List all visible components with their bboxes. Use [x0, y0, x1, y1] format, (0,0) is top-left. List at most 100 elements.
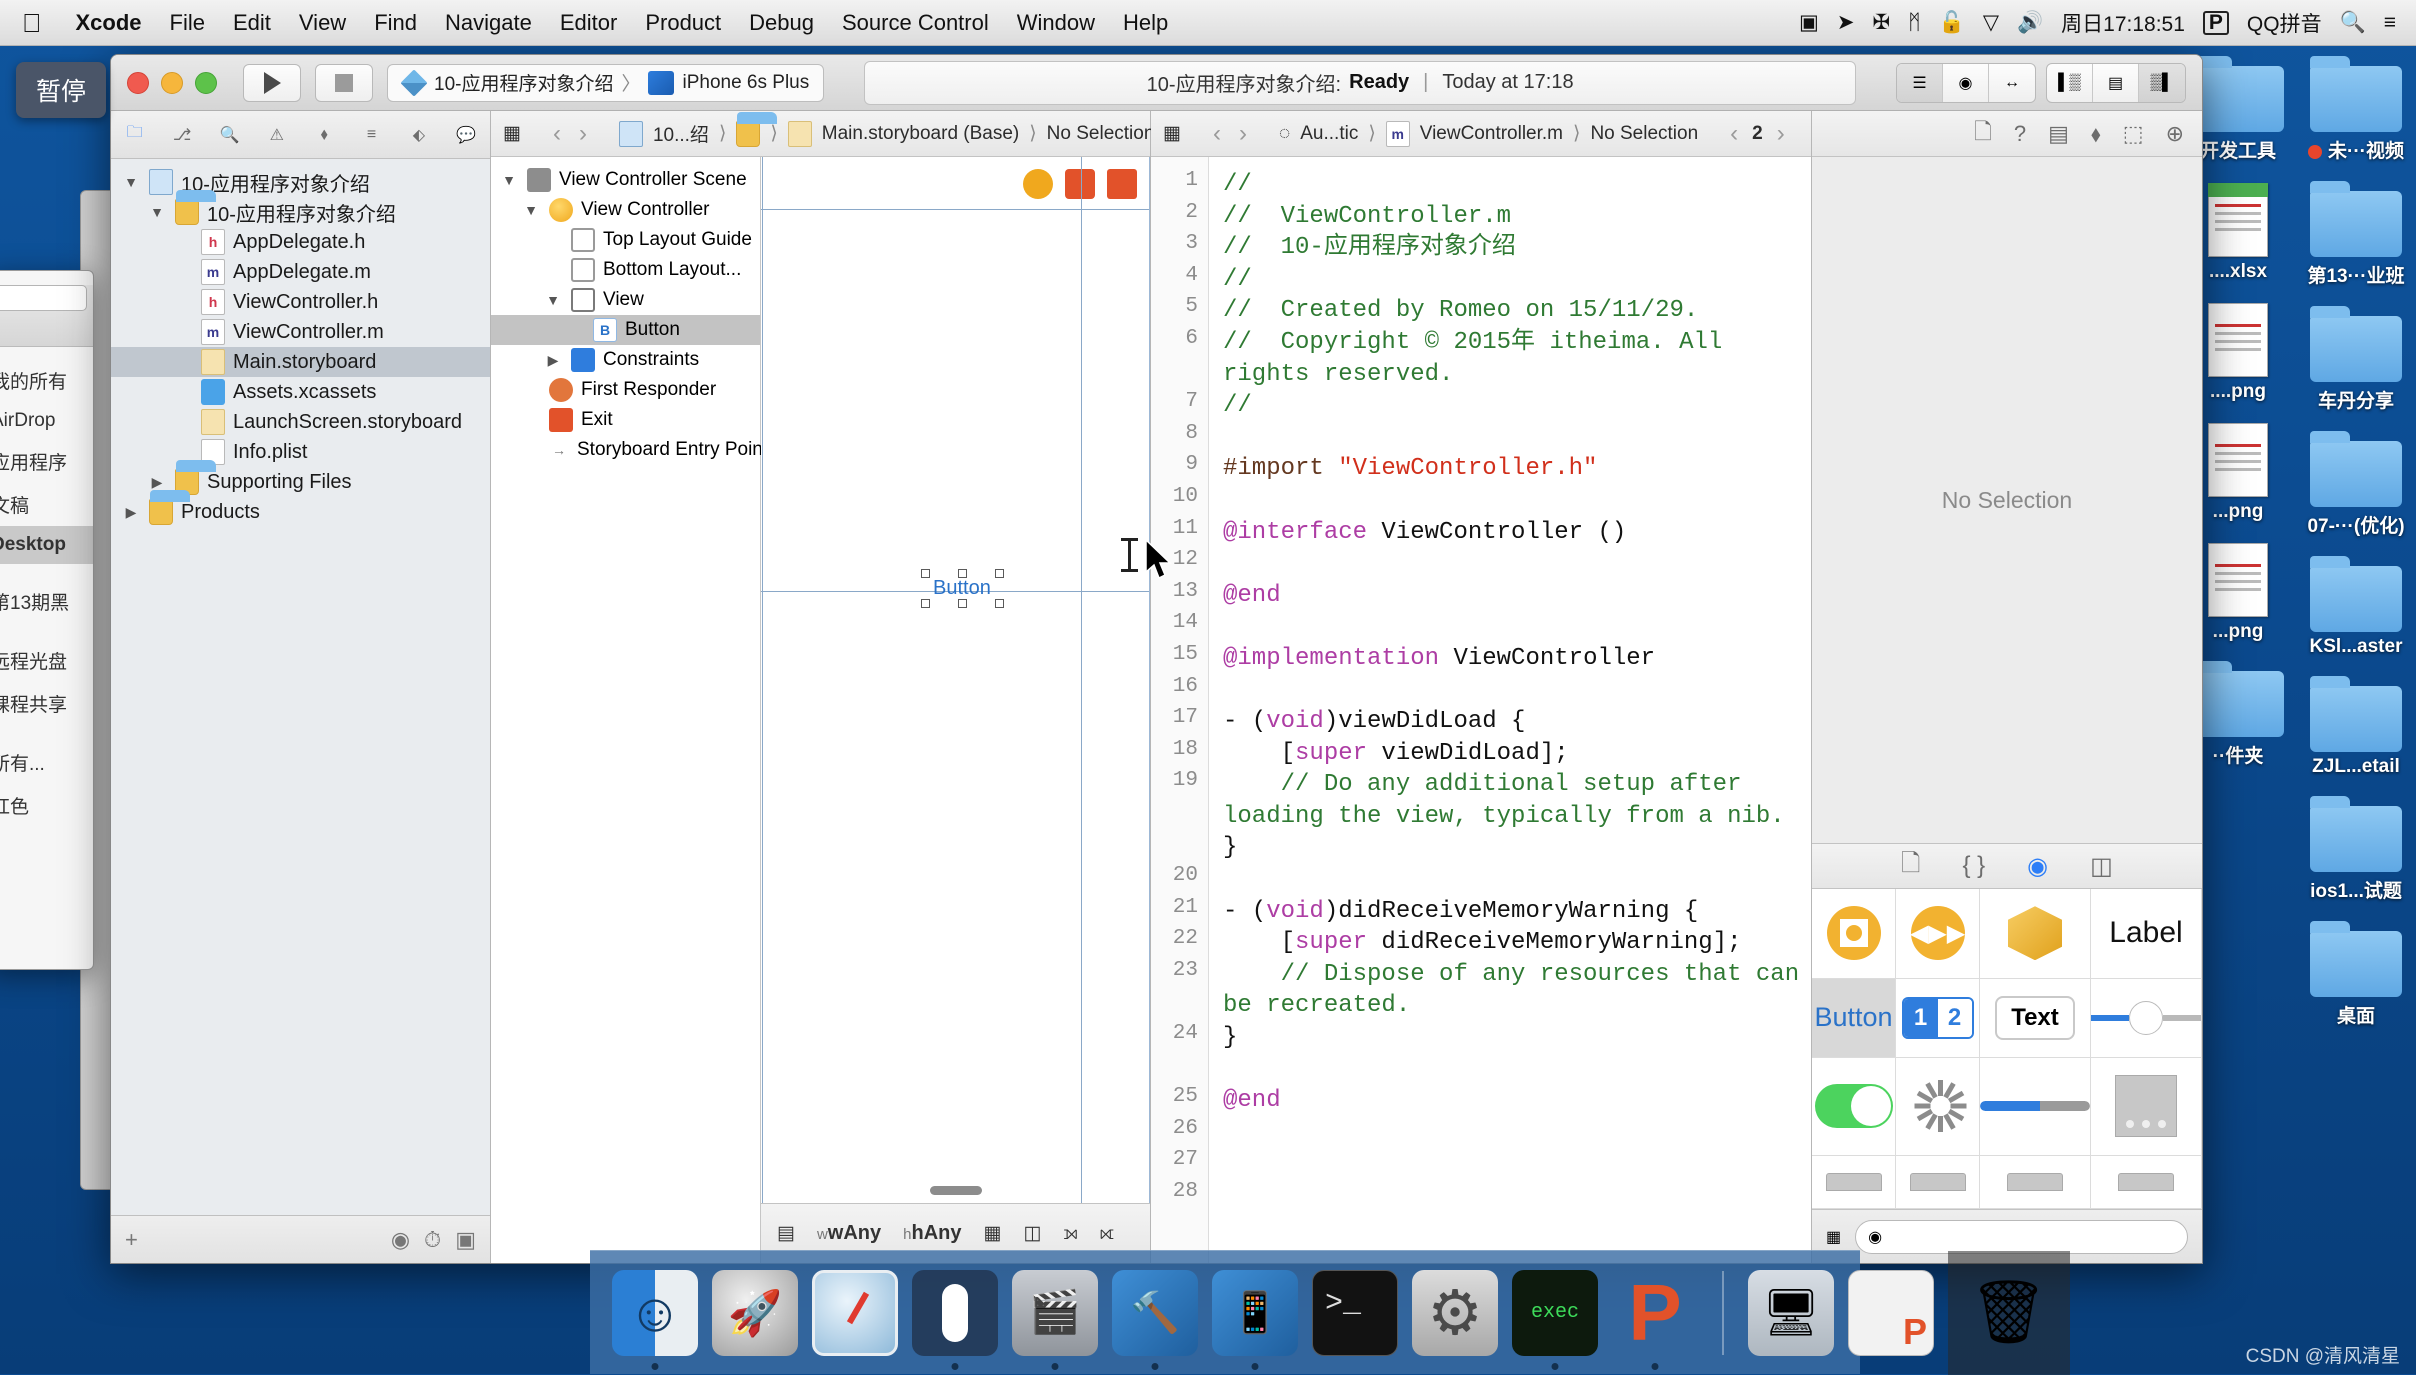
dock-launchpad[interactable] — [712, 1270, 798, 1356]
library-tab-bar[interactable]: 🗋{ }◉◫ — [1812, 843, 2202, 889]
connections-inspector-tab[interactable]: ⊕ — [2166, 121, 2184, 147]
navigator-row[interactable]: LaunchScreen.storyboard — [111, 407, 490, 437]
code-line[interactable]: @interface ViewController () — [1223, 517, 1811, 549]
resolve-constraints-icon[interactable]: ⟖ — [1100, 1223, 1114, 1245]
menu-item-xcode[interactable]: Xcode — [62, 10, 156, 36]
menu-item-help[interactable]: Help — [1109, 10, 1182, 36]
navigator-footer[interactable]: + ◉ ⏱ ▣ — [111, 1215, 490, 1263]
standard-editor-button[interactable]: ☰ — [1897, 64, 1943, 102]
dock-xcode[interactable] — [1112, 1270, 1198, 1356]
outline-row[interactable]: Exit — [491, 405, 760, 435]
finder-sidebar-item[interactable]: 课程共享 — [0, 682, 93, 725]
input-method-label[interactable]: QQ拼音 — [2247, 8, 2322, 38]
navigator-row[interactable]: mAppDelegate.m — [111, 257, 490, 287]
source-code-text[interactable]: //// ViewController.m// 10-应用程序对象介绍//// … — [1209, 157, 1811, 1263]
navigator-row[interactable]: ▼10-应用程序对象介绍 — [111, 167, 490, 197]
finder-sidebar-item[interactable]: AirDrop — [0, 402, 93, 440]
finder-sidebar-item[interactable]: 第13期黑 — [0, 580, 93, 623]
scene-dock[interactable] — [1023, 169, 1137, 199]
navigator-row[interactable]: hAppDelegate.h — [111, 227, 490, 257]
menu-clock[interactable]: 周日17:18:51 — [2061, 8, 2185, 38]
menu-item-product[interactable]: Product — [631, 10, 735, 36]
view-controller-scene-canvas[interactable]: Button — [761, 157, 1150, 1203]
desktop-icon[interactable]: 车丹分享 — [2302, 306, 2410, 413]
menu-item-window[interactable]: Window — [1003, 10, 1109, 36]
breadcrumb-project[interactable]: 10...绍 — [653, 120, 709, 147]
dock-mouse-app[interactable] — [912, 1270, 998, 1356]
code-line[interactable]: // — [1223, 390, 1811, 422]
project-navigator-tree[interactable]: ▼10-应用程序对象介绍▼10-应用程序对象介绍hAppDelegate.hmA… — [111, 159, 490, 1215]
view-controller-object[interactable] — [1812, 889, 1896, 979]
issue-navigator-tab[interactable]: ⚠ — [260, 120, 294, 150]
label-object[interactable]: Label — [2091, 889, 2202, 979]
library-list-view-icon[interactable]: ▦ — [1826, 1227, 1841, 1247]
search-icon[interactable]: 🔍 — [2340, 11, 2366, 35]
dock[interactable] — [590, 1250, 1860, 1374]
quick-help-inspector-tab[interactable]: ? — [2014, 121, 2026, 147]
forward-button[interactable]: › — [575, 120, 591, 148]
code-line[interactable]: } — [1223, 832, 1811, 864]
switch-object[interactable] — [1812, 1058, 1896, 1156]
minimize-button[interactable] — [161, 72, 183, 94]
code-line[interactable]: // Do any additional setup after loading… — [1223, 769, 1811, 832]
desktop-icon[interactable]: ZJL...etail — [2302, 676, 2410, 778]
code-line[interactable]: // 10-应用程序对象介绍 — [1223, 232, 1811, 264]
toggle-utilities-button[interactable]: ▒▌ — [2139, 64, 2185, 102]
filter-icon[interactable]: ◉ — [391, 1227, 410, 1253]
breadcrumb-selection[interactable]: No Selection — [1047, 123, 1155, 145]
utilities-pane[interactable]: 🗋?▤⬧⬚⊕ No Selection 🗋{ }◉◫ ◀▶▶LabelButto… — [1812, 111, 2202, 1263]
code-line[interactable] — [1223, 485, 1811, 517]
document-outline-toggle-icon[interactable]: ▤ — [777, 1222, 795, 1245]
code-line[interactable]: // Created by Romeo on 15/11/29. — [1223, 295, 1811, 327]
table-view-object[interactable] — [2091, 1156, 2202, 1210]
storyboard-jump-bar[interactable]: ▦ ‹ › 10...绍 ⟩ ⟩ Main.storyboard (Base) … — [491, 111, 1150, 157]
menu-item-find[interactable]: Find — [360, 10, 431, 36]
dock-trash-area[interactable] — [1948, 1251, 2070, 1375]
outline-row[interactable]: Top Layout Guide — [491, 225, 760, 255]
code-line[interactable]: // — [1223, 169, 1811, 201]
navigator-row[interactable]: ▶Products — [111, 497, 490, 527]
size-class-h[interactable]: hhAny — [903, 1222, 961, 1245]
dock-document[interactable] — [1848, 1270, 1934, 1356]
code-line[interactable]: [super viewDidLoad]; — [1223, 738, 1811, 770]
airplay-icon[interactable]: ✠ — [1872, 10, 1890, 35]
segmented-control-object[interactable]: 12 — [1896, 979, 1980, 1059]
add-file-button[interactable]: + — [125, 1227, 138, 1253]
embed-in-icon[interactable]: ▦ — [983, 1222, 1001, 1245]
code-snippet-library-tab[interactable]: { } — [1962, 852, 1985, 880]
counter-next-button[interactable]: › — [1773, 120, 1789, 148]
xcode-toolbar[interactable]: 10-应用程序对象介绍 〉 iPhone 6s Plus 10-应用程序对象介绍… — [111, 55, 2202, 111]
outline-row[interactable]: Bottom Layout... — [491, 255, 760, 285]
finder-sidebar-item[interactable]: 所有... — [0, 741, 93, 784]
xcode-window[interactable]: 10-应用程序对象介绍 〉 iPhone 6s Plus 10-应用程序对象介绍… — [110, 54, 2203, 1264]
recent-files-icon[interactable]: ⏱ — [424, 1227, 441, 1253]
code-line[interactable]: // Dispose of any resources that can be … — [1223, 959, 1811, 1022]
list-icon[interactable]: ≡ — [2384, 11, 2396, 35]
code-line[interactable]: } — [1223, 1022, 1811, 1054]
code-line[interactable]: #import "ViewController.h" — [1223, 453, 1811, 485]
disclosure-triangle-icon[interactable]: ▶ — [121, 504, 141, 521]
page-control-object[interactable] — [2091, 1058, 2202, 1156]
finder-search-field[interactable] — [0, 285, 87, 311]
version-editor-button[interactable]: ↔ — [1989, 64, 2035, 102]
desktop-icon[interactable]: 第13···业班 — [2302, 181, 2410, 288]
finder-sidebar-item[interactable]: 我的所有 — [0, 359, 93, 402]
report-navigator-tab[interactable]: 💬 — [449, 120, 483, 150]
scheme-selector[interactable]: 10-应用程序对象介绍 〉 iPhone 6s Plus — [387, 64, 824, 102]
dock-trash[interactable] — [1966, 1270, 2052, 1356]
size-class-w[interactable]: wwAny — [817, 1222, 881, 1245]
code-line[interactable]: // ViewController.m — [1223, 201, 1811, 233]
desktop-icon[interactable]: 桌面 — [2302, 921, 2410, 1028]
breadcrumb-file[interactable]: Main.storyboard (Base) — [822, 123, 1019, 145]
disclosure-triangle-icon[interactable]: ▼ — [521, 202, 541, 218]
finder-sidebar[interactable]: 我的所有AirDrop应用程序文稿Desktop第13期黑远程光盘课程共享所有.… — [0, 347, 93, 827]
activity-indicator-object[interactable] — [1896, 1058, 1980, 1156]
dock-quicktime[interactable] — [1012, 1270, 1098, 1356]
stop-button[interactable] — [315, 64, 373, 102]
code-editor-pane[interactable]: ▦ ‹ › ◌ Au...tic ⟩ m ViewController.m ⟩ … — [1151, 111, 1812, 1263]
location-arrow-icon[interactable]: ➤ — [1837, 10, 1855, 35]
project-navigator-tab[interactable]: 🗀 — [118, 120, 152, 150]
lock-icon[interactable]: 🔓 — [1939, 11, 1965, 35]
code-line[interactable]: [super didReceiveMemoryWarning]; — [1223, 927, 1811, 959]
menu-item-file[interactable]: File — [156, 10, 219, 36]
